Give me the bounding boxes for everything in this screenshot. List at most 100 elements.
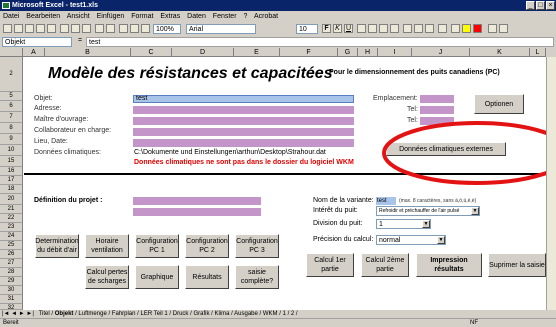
row-header[interactable]: 24: [0, 232, 23, 241]
paste-icon[interactable]: [82, 24, 91, 33]
col-header-g[interactable]: G: [338, 48, 358, 57]
row-header[interactable]: 27: [0, 259, 23, 268]
borders-icon[interactable]: [451, 24, 460, 33]
zoom-select[interactable]: 100%: [153, 24, 181, 34]
indent-icon[interactable]: [438, 24, 447, 33]
preview-icon[interactable]: [47, 24, 56, 33]
menu-datei[interactable]: Datei: [3, 13, 19, 20]
config-pc2-button[interactable]: Configuration PC 2: [185, 234, 229, 258]
col-header-h[interactable]: H: [358, 48, 378, 57]
supprimer-button[interactable]: Suprimer la saisie: [488, 253, 546, 277]
variante-field[interactable]: test: [376, 197, 396, 205]
row-header[interactable]: 22: [0, 214, 23, 223]
col-header-f[interactable]: F: [280, 48, 338, 57]
copy-icon[interactable]: [71, 24, 80, 33]
tab-ler-teil-1[interactable]: LER Teil 1: [141, 311, 168, 317]
tab-2[interactable]: 2: [291, 311, 294, 317]
emplacement-field[interactable]: [420, 95, 454, 103]
menu-bearbeiten[interactable]: Bearbeiten: [26, 13, 60, 20]
menu-help[interactable]: ?: [243, 13, 247, 20]
impression-button[interactable]: Impression résultats: [416, 253, 482, 277]
sort-icon[interactable]: [130, 24, 139, 33]
tab-ausgabe[interactable]: Ausgabe: [234, 311, 258, 317]
calcul-pertes-button[interactable]: Calcul pertes de scharges: [85, 265, 129, 289]
col-header-d[interactable]: D: [172, 48, 234, 57]
formula-input[interactable]: test: [86, 37, 554, 47]
row-header[interactable]: 26: [0, 250, 23, 259]
row-header[interactable]: 31: [0, 295, 23, 304]
graphique-button[interactable]: Graphique: [135, 265, 179, 289]
font-color-icon[interactable]: [473, 24, 482, 33]
extra-icon-1[interactable]: [488, 24, 497, 33]
row-header[interactable]: 18: [0, 185, 23, 194]
row-header[interactable]: 20: [0, 194, 23, 205]
undo-icon[interactable]: [95, 24, 104, 33]
currency-icon[interactable]: [403, 24, 412, 33]
resultats-button[interactable]: Résultats: [185, 265, 229, 289]
function-icon[interactable]: =: [78, 37, 82, 44]
maximize-button[interactable]: □: [536, 1, 545, 10]
row-header[interactable]: 15: [0, 156, 23, 167]
row-header[interactable]: 6: [0, 101, 23, 112]
extra-icon-2[interactable]: [499, 24, 508, 33]
align-left-icon[interactable]: [357, 24, 366, 33]
tab-fahrplan[interactable]: Fahrplan: [112, 311, 136, 317]
row-header[interactable]: 30: [0, 286, 23, 295]
close-button[interactable]: ×: [546, 1, 555, 10]
save-icon[interactable]: [25, 24, 34, 33]
calcul-1-button[interactable]: Calcul 1er partie: [306, 253, 354, 277]
row-header[interactable]: 8: [0, 123, 23, 134]
menu-format[interactable]: Format: [131, 13, 153, 20]
menu-daten[interactable]: Daten: [187, 13, 206, 20]
options-button[interactable]: Optionen: [474, 94, 524, 114]
open-icon[interactable]: [14, 24, 23, 33]
tab-objekt[interactable]: Objekt: [55, 311, 74, 317]
col-header-e[interactable]: E: [234, 48, 280, 57]
merge-icon[interactable]: [390, 24, 399, 33]
objet-field[interactable]: test: [133, 95, 354, 103]
menu-einfuegen[interactable]: Einfügen: [97, 13, 125, 20]
percent-icon[interactable]: [414, 24, 423, 33]
tab-1[interactable]: 1: [283, 311, 286, 317]
print-icon[interactable]: [36, 24, 45, 33]
col-header-k[interactable]: K: [470, 48, 530, 57]
row-header[interactable]: 2: [0, 57, 23, 92]
tab-titel[interactable]: Titel: [39, 311, 50, 317]
collaborateur-field[interactable]: [133, 128, 354, 136]
adresse-field[interactable]: [133, 106, 354, 114]
precision-select[interactable]: normal: [376, 235, 446, 245]
col-header-i[interactable]: I: [378, 48, 412, 57]
tab-nav-prev-icon[interactable]: ◄: [11, 311, 17, 317]
tab-nav-last-icon[interactable]: ►|: [26, 311, 34, 317]
menu-ansicht[interactable]: Ansicht: [67, 13, 90, 20]
row-header[interactable]: 16: [0, 167, 23, 176]
col-header-a[interactable]: A: [23, 48, 45, 57]
fill-color-icon[interactable]: [462, 24, 471, 33]
font-select[interactable]: Arial: [186, 24, 256, 34]
definition-field-2[interactable]: [133, 208, 261, 216]
row-header[interactable]: 5: [0, 92, 23, 101]
row-header[interactable]: 10: [0, 145, 23, 156]
menu-fenster[interactable]: Fenster: [213, 13, 237, 20]
underline-icon[interactable]: U: [344, 24, 353, 33]
horaire-button[interactable]: Horaire ventilation: [85, 234, 129, 258]
select-all-corner[interactable]: [0, 48, 23, 57]
row-header[interactable]: 25: [0, 241, 23, 250]
tel-field-1[interactable]: [420, 106, 454, 114]
debit-button[interactable]: Determination du débit d'air: [35, 234, 79, 258]
calcul-2-button[interactable]: Calcul 2ème partie: [361, 253, 409, 277]
new-icon[interactable]: [3, 24, 12, 33]
col-header-b[interactable]: B: [45, 48, 131, 57]
redo-icon[interactable]: [106, 24, 115, 33]
row-header[interactable]: 21: [0, 205, 23, 214]
col-header-j[interactable]: J: [412, 48, 470, 57]
row-header[interactable]: 29: [0, 277, 23, 286]
chart-icon[interactable]: [141, 24, 150, 33]
bold-icon[interactable]: F: [322, 24, 331, 33]
tab-wkm[interactable]: WKM: [263, 311, 278, 317]
menu-acrobat[interactable]: Acrobat: [254, 13, 278, 20]
precision-dropdown-icon[interactable]: ▼: [437, 236, 445, 244]
row-header[interactable]: 17: [0, 176, 23, 185]
align-right-icon[interactable]: [379, 24, 388, 33]
tab-nav-first-icon[interactable]: |◄: [2, 311, 10, 317]
